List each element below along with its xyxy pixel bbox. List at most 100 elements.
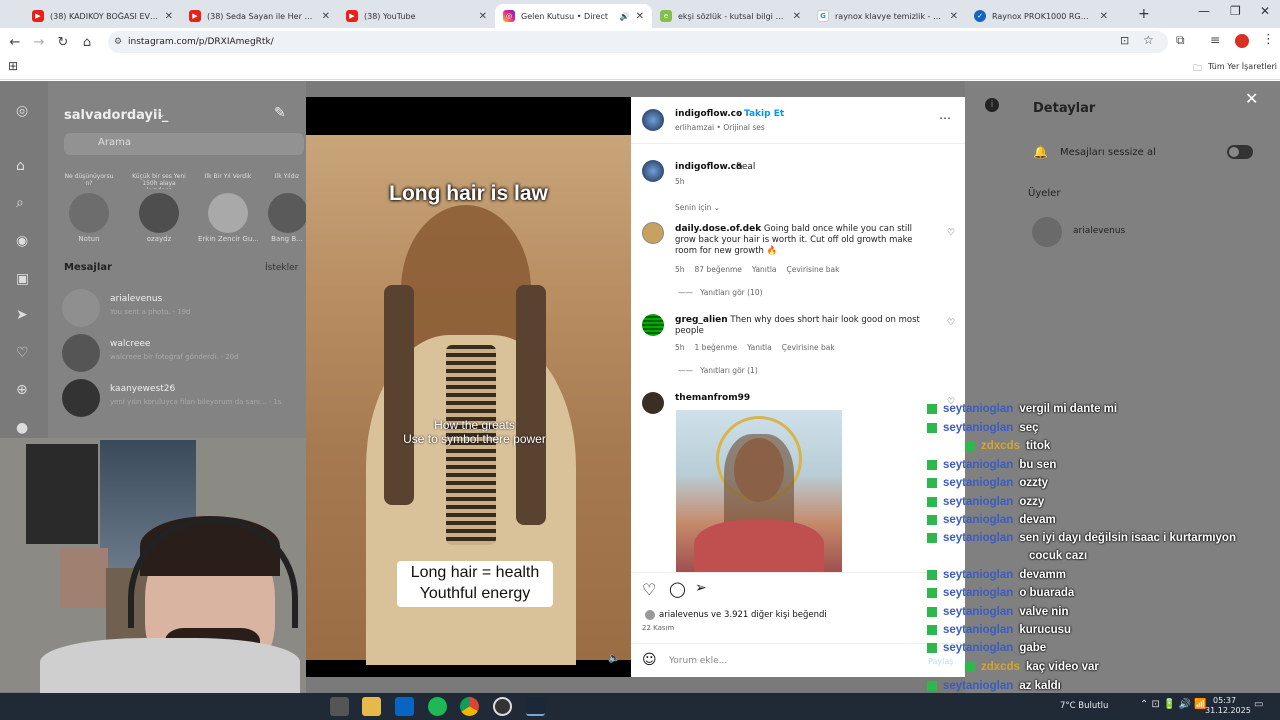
member-name[interactable]: arialevenus xyxy=(1073,226,1125,236)
share-button[interactable]: Paylaş xyxy=(928,657,953,666)
note-item[interactable]: İlk Bir Yıl Verdik Erkin Zencir Gu... xyxy=(198,173,258,243)
profile-avatar[interactable] xyxy=(1235,34,1249,48)
comment-user[interactable]: themanfrom99 xyxy=(675,393,750,403)
caption-user[interactable]: indigoflow.co xyxy=(675,162,742,172)
mute-toggle[interactable] xyxy=(1227,145,1253,159)
spotify-icon[interactable] xyxy=(428,697,447,716)
comment-likes[interactable]: 87 beğenme xyxy=(695,265,742,274)
url-input[interactable]: ⚙ instagram.com/p/DRXIAmegRtk/ xyxy=(108,31,1168,53)
chat-username[interactable]: seytanioglan xyxy=(943,496,1013,508)
close-tab-icon[interactable]: ✕ xyxy=(165,11,173,22)
apps-grid-icon[interactable]: ⊞ xyxy=(8,59,18,73)
new-message-icon[interactable]: ✎ xyxy=(274,105,286,121)
comment-likes[interactable]: 1 beğenme xyxy=(695,343,738,352)
browser-tab[interactable]: ▶ (38) YouTube ✕ xyxy=(338,4,495,28)
instagram-logo-icon[interactable]: ◎ xyxy=(16,103,28,119)
comment-user[interactable]: daily.dose.of.dek xyxy=(675,224,761,234)
forward-icon[interactable]: → xyxy=(27,35,51,50)
emoji-icon[interactable]: ☺ xyxy=(642,652,657,668)
close-tab-icon[interactable]: ✕ xyxy=(1100,11,1108,22)
comment-input[interactable]: Yorum ekle... xyxy=(669,656,727,666)
chat-username[interactable]: seytanioglan xyxy=(943,514,1013,526)
avatar[interactable] xyxy=(642,109,664,131)
browser-tab[interactable]: ▶ (38) KADIKÖY BOĞASI EV ZİYAR ✕ xyxy=(24,4,181,28)
search-nav-icon[interactable]: ⌕ xyxy=(16,195,24,211)
note-item[interactable]: Ne düşünüyorsu n? Notun xyxy=(62,173,116,243)
browser-tab[interactable]: ▶ (38) Seda Sayan ile Her Şey Mü ✕ xyxy=(181,4,338,28)
chat-username[interactable]: seytanioglan xyxy=(943,532,1013,544)
close-window-icon[interactable]: ✕ xyxy=(1260,4,1270,18)
avatar[interactable] xyxy=(642,222,664,244)
steam-icon[interactable] xyxy=(526,697,545,716)
browser-tab[interactable]: G raynox klavye temizlik - Google ✕ xyxy=(809,4,966,28)
close-tab-icon[interactable]: ✕ xyxy=(793,11,801,22)
reply-button[interactable]: Yanıtla xyxy=(747,343,772,352)
thread-item[interactable]: arialevenus You sent a photo. · 19d xyxy=(62,289,306,329)
speaker-icon[interactable]: 🔊 xyxy=(620,12,630,21)
reload-icon[interactable]: ↻ xyxy=(51,35,75,50)
volume-icon[interactable]: 🔈 xyxy=(608,653,620,664)
browser-tab[interactable]: e ekşi sözlük - kutsal bilgi kaynağı ✕ xyxy=(652,4,809,28)
follow-button[interactable]: Takip Et xyxy=(744,109,784,119)
obs-icon[interactable] xyxy=(493,697,512,716)
comment-icon[interactable]: ◯ xyxy=(669,580,686,598)
outlook-icon[interactable] xyxy=(395,697,414,716)
share-icon[interactable]: ➢ xyxy=(695,580,707,596)
chat-username[interactable]: seytanioglan xyxy=(943,680,1013,692)
tray-icons[interactable]: ⌃ ⊡ 🔋 🔊 📶 xyxy=(1140,699,1207,710)
reels-nav-icon[interactable]: ▣ xyxy=(16,271,29,287)
menu-icon[interactable]: ⋮ xyxy=(1262,32,1275,47)
chrome-icon[interactable] xyxy=(460,697,479,716)
browser-tab[interactable]: ✓ Raynox PROK1000 RGB Kablolu ✕ xyxy=(966,4,1116,28)
post-author[interactable]: indigoflow.co xyxy=(675,109,742,119)
avatar[interactable] xyxy=(642,392,664,414)
note-item[interactable]: Küçük bir ses Yeni 150h alaya kundeer oz… xyxy=(132,173,186,243)
note-item[interactable]: İlk Yıldız Bang B... xyxy=(268,173,306,243)
all-bookmarks-link[interactable]: Tüm Yer İşaretleri xyxy=(1208,62,1277,71)
like-comment-icon[interactable]: ♡ xyxy=(947,228,955,238)
clock-time[interactable]: 05:37 xyxy=(1213,696,1236,705)
chat-username[interactable]: seytanioglan xyxy=(943,642,1013,654)
close-modal-icon[interactable]: ✕ xyxy=(1245,89,1258,108)
chat-username[interactable]: seytanioglan xyxy=(943,459,1013,471)
home-nav-icon[interactable]: ⌂ xyxy=(16,158,25,174)
comment-image[interactable] xyxy=(676,410,842,572)
comment-user[interactable]: greg_alien xyxy=(675,315,728,325)
translate-button[interactable]: Çevirisine bak xyxy=(782,343,835,352)
chat-username[interactable]: seytanioglan xyxy=(943,624,1013,636)
clock-date[interactable]: 31.12.2025 xyxy=(1205,706,1251,715)
chat-username[interactable]: zdxcds xyxy=(981,661,1020,673)
for-you-dropdown[interactable]: Senin için ⌄ xyxy=(675,203,720,212)
bookmark-star-icon[interactable]: ☆ xyxy=(1143,33,1154,47)
like-comment-icon[interactable]: ♡ xyxy=(947,318,955,328)
create-nav-icon[interactable]: ⊕ xyxy=(16,382,28,398)
close-tab-icon[interactable]: ✕ xyxy=(322,11,330,22)
notification-icon[interactable]: ▭ xyxy=(1254,699,1263,710)
search-input[interactable]: Arama xyxy=(64,133,304,155)
avatar[interactable] xyxy=(642,160,664,182)
requests-link[interactable]: İstekler xyxy=(265,263,298,273)
dm-username[interactable]: salvadordayii_ xyxy=(64,108,168,123)
chat-username[interactable]: seytanioglan xyxy=(943,569,1013,581)
avatar[interactable] xyxy=(642,314,664,336)
profile-nav-icon[interactable]: ● xyxy=(16,420,28,436)
thread-item[interactable]: walcreee walcreee bir fotoğraf gönderdi.… xyxy=(62,334,306,374)
view-replies-button[interactable]: —— Yanıtları gör (10) xyxy=(678,288,763,297)
chat-username[interactable]: seytanioglan xyxy=(943,606,1013,618)
install-icon[interactable]: ⊡ xyxy=(1120,34,1129,47)
chevron-down-icon[interactable]: ⌄ xyxy=(158,110,166,120)
folder-icon[interactable]: 🗀 xyxy=(1193,61,1202,77)
file-explorer-icon[interactable] xyxy=(362,697,381,716)
close-tab-icon[interactable]: ✕ xyxy=(950,11,958,22)
home-icon[interactable]: ⌂ xyxy=(75,35,99,50)
chat-username[interactable]: zdxcds xyxy=(981,440,1020,452)
chat-username[interactable]: seytanioglan xyxy=(943,422,1013,434)
direct-nav-icon[interactable]: ➤ xyxy=(16,307,28,323)
translate-button[interactable]: Çevirisine bak xyxy=(787,265,840,274)
weather-text[interactable]: 7°C Bulutlu xyxy=(1060,701,1108,711)
explore-nav-icon[interactable]: ◉ xyxy=(16,233,28,249)
chat-username[interactable]: seytanioglan xyxy=(943,477,1013,489)
site-info-icon[interactable]: ⚙ xyxy=(114,31,122,53)
extensions-icon[interactable]: ⧉ xyxy=(1176,33,1185,48)
info-icon[interactable]: i xyxy=(985,98,999,112)
